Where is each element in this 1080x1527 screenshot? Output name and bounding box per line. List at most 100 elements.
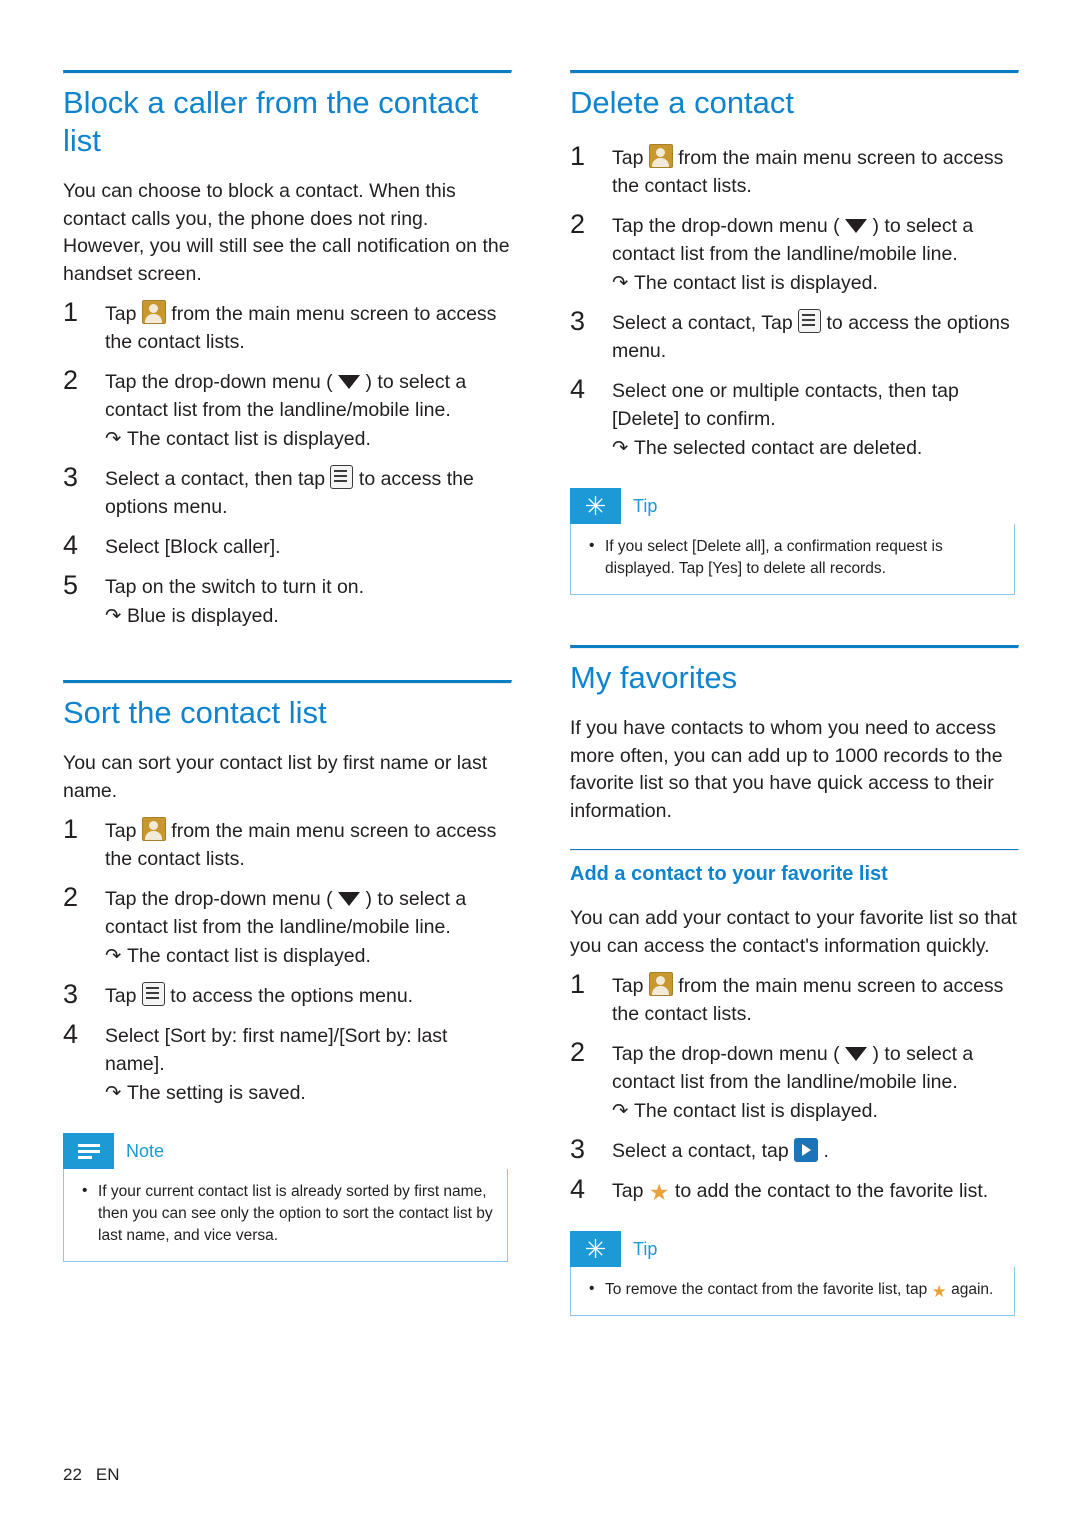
step-number: 4 — [570, 374, 586, 404]
page-footer: 22 EN — [63, 1465, 120, 1485]
result-arrow-icon: ↷ — [612, 1100, 629, 1122]
caret-down-icon — [845, 219, 868, 233]
tip-callout-body: If you select [Delete all], a confirmati… — [570, 524, 1015, 595]
list-item: 1 Tap from the main menu screen to acces… — [570, 141, 1017, 200]
step-text-before: Select [Sort by: first name]/[Sort by: l… — [105, 1025, 448, 1075]
list-item: 1 Tap from the main menu screen to acces… — [63, 814, 510, 873]
tip-item: To remove the contact from the favorite … — [585, 1278, 1000, 1301]
step-number: 3 — [63, 462, 79, 492]
result-arrow-icon: ↷ — [105, 605, 122, 627]
caret-down-icon — [338, 375, 361, 389]
step-text-before: Select one or multiple contacts, then ta… — [612, 380, 959, 430]
intro-paragraph-block-caller: You can choose to block a contact. When … — [63, 180, 510, 285]
tip-callout-header: ✳ Tip — [570, 1231, 1015, 1267]
step-text-before: Tap the drop-down menu ( — [612, 215, 840, 237]
star-icon: ★ — [648, 1179, 670, 1205]
section-rule — [63, 680, 512, 684]
page-title-sort-contact-list: Sort the contact list — [63, 695, 327, 730]
step-text-before: Tap — [612, 1180, 644, 1202]
step-text-after: . — [823, 1140, 829, 1162]
step-text-before: Tap — [105, 303, 137, 325]
options-menu-icon — [330, 465, 354, 489]
tip-item: If you select [Delete all], a confirmati… — [585, 535, 1000, 580]
list-item: 3 Select a contact, Tap to access the op… — [570, 306, 1017, 365]
step-text-before: Tap the drop-down menu ( — [105, 371, 333, 393]
list-item: 4 Select one or multiple contacts, then … — [570, 374, 1017, 462]
step-number: 1 — [63, 814, 79, 844]
step-number: 4 — [63, 1019, 79, 1049]
steps-delete-contact: 1 Tap from the main menu screen to acces… — [570, 141, 1017, 462]
tip-callout-favorite: ✳ Tip To remove the contact from the fav… — [570, 1231, 1015, 1316]
list-item: 2 Tap the drop-down menu ( ) to select a… — [570, 209, 1017, 297]
step-text-before: Select [Block caller]. — [105, 536, 281, 558]
tip-badge: ✳ — [570, 1231, 621, 1267]
page-title-delete-contact: Delete a contact — [570, 85, 795, 120]
steps-add-favorite: 1 Tap from the main menu screen to acces… — [570, 969, 1017, 1205]
subsection-rule — [570, 849, 1019, 851]
page-number: 22 — [63, 1465, 82, 1484]
step-text-after: to access the options menu. — [170, 985, 414, 1007]
contacts-icon — [648, 972, 673, 996]
step-number: 2 — [570, 1037, 586, 1067]
play-button-icon — [794, 1138, 819, 1162]
tip-text-after: again. — [951, 1281, 994, 1298]
step-text-before: Tap the drop-down menu ( — [105, 888, 333, 910]
step-result: ↷ The contact list is displayed. — [612, 1098, 1017, 1125]
step-text-before: Select a contact, tap — [612, 1140, 789, 1162]
step-result: ↷ The contact list is displayed. — [105, 943, 510, 970]
note-badge — [63, 1133, 114, 1169]
step-text-before: Tap — [105, 985, 137, 1007]
steps-sort-contact-list: 1 Tap from the main menu screen to acces… — [63, 814, 510, 1107]
caret-down-icon — [845, 1047, 868, 1061]
step-text-before: Tap — [612, 975, 644, 997]
step-result: ↷ The contact list is displayed. — [612, 270, 1017, 297]
tip-callout-body: To remove the contact from the favorite … — [570, 1267, 1015, 1316]
step-text-before: Tap — [612, 147, 644, 169]
intro-paragraph-sort: You can sort your contact list by first … — [63, 752, 488, 802]
tip-text-before: To remove the contact from the favorite … — [605, 1281, 928, 1298]
note-callout-header: Note — [63, 1133, 508, 1169]
list-item: 3 Select a contact, then tap to access t… — [63, 462, 510, 521]
tip-callout-header: ✳ Tip — [570, 488, 1015, 524]
result-text: The setting is saved. — [127, 1082, 306, 1104]
contacts-icon — [648, 144, 673, 168]
step-number: 1 — [570, 969, 586, 999]
note-label: Note — [126, 1140, 165, 1161]
step-text-before: Tap on the switch to turn it on. — [105, 576, 365, 598]
result-text: The contact list is displayed. — [127, 428, 371, 450]
subsection-title-add-favorite: Add a contact to your favorite list — [570, 863, 888, 885]
step-number: 1 — [570, 141, 586, 171]
step-number: 5 — [63, 570, 79, 600]
list-item: 2 Tap the drop-down menu ( ) to select a… — [63, 365, 510, 453]
options-menu-icon — [798, 309, 822, 333]
list-item: 5 Tap on the switch to turn it on. ↷ Blue… — [63, 570, 510, 630]
result-arrow-icon: ↷ — [612, 272, 629, 294]
tip-badge: ✳ — [570, 488, 621, 524]
tip-star-icon: ✳ — [584, 1234, 607, 1264]
step-text-before: Tap the drop-down menu ( — [612, 1043, 840, 1065]
step-number: 3 — [570, 306, 586, 336]
options-menu-icon — [141, 982, 165, 1006]
list-item: 3 Tap to access the options menu. — [63, 979, 510, 1010]
step-number: 4 — [63, 530, 79, 560]
intro-paragraph-favorites: If you have contacts to whom you need to… — [570, 717, 1003, 822]
note-lines-icon — [77, 1141, 100, 1162]
step-result: ↷ The selected contact are deleted. — [612, 435, 1017, 462]
note-callout: Note If your current contact list is alr… — [63, 1133, 508, 1262]
steps-block-caller: 1 Tap from the main menu screen to acces… — [63, 297, 510, 630]
tip-callout-delete: ✳ Tip If you select [Delete all], a conf… — [570, 488, 1015, 595]
list-item: 1 Tap from the main menu screen to acces… — [570, 969, 1017, 1028]
result-text: The contact list is displayed. — [634, 1100, 878, 1122]
section-rule — [570, 70, 1019, 74]
step-text-before: Select a contact, Tap — [612, 312, 793, 334]
result-arrow-icon: ↷ — [105, 1082, 122, 1104]
list-item: 4 Tap ★ to add the contact to the favori… — [570, 1174, 1017, 1205]
contacts-icon — [141, 817, 166, 841]
note-callout-body: If your current contact list is already … — [63, 1169, 508, 1262]
step-number: 2 — [63, 365, 79, 395]
result-text: The contact list is displayed. — [127, 945, 371, 967]
left-column: Block a caller from the contact list You… — [63, 70, 512, 1262]
list-item: 2 Tap the drop-down menu ( ) to select a… — [63, 882, 510, 970]
result-text: The contact list is displayed. — [634, 272, 878, 294]
step-text-before: Select a contact, then tap — [105, 468, 326, 490]
